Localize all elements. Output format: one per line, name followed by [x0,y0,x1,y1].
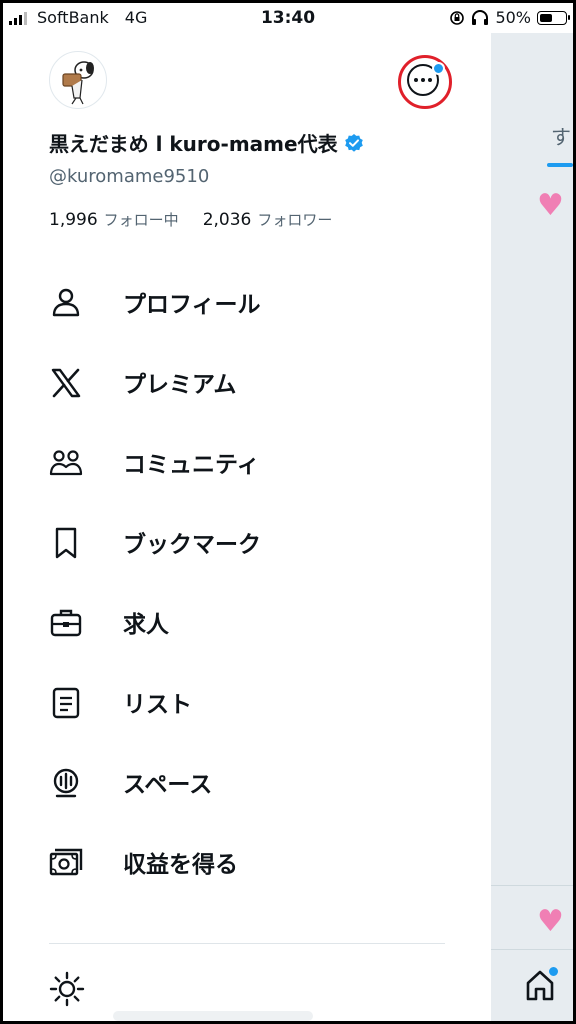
notification-dot [547,965,560,978]
phone-screen: SoftBank 4G 13:40 50% す ♥ ♥ 黒えだまめ l kuro… [3,3,573,1021]
menu-item-lists[interactable]: リスト [3,663,491,743]
side-drawer: 黒えだまめ l kuro-mame代表 @kuromame9510 1,996 フ… [3,33,491,1021]
spaces-icon [53,768,79,798]
menu-item-premium[interactable]: プレミアム [3,343,491,423]
following-link[interactable]: 1,996 フォロー中 [49,209,179,230]
briefcase-icon [50,609,82,637]
headphones-icon [472,9,489,25]
user-handle: @kuromame9510 [49,166,210,187]
monetization-icon [49,848,83,876]
communities-icon [49,450,83,476]
divider [491,885,573,886]
menu-item-label: リスト [123,692,192,718]
tab-bar-border [491,949,573,950]
followers-count: 2,036 [202,210,252,230]
status-bar: SoftBank 4G 13:40 50% [3,3,573,33]
menu-item-monetization[interactable]: 収益を得る [3,823,491,903]
following-count: 1,996 [49,210,98,230]
menu-item-label: 収益を得る [123,852,238,878]
timeline-background: す ♥ ♥ [491,33,573,1021]
timeline-tab-partial[interactable]: す [551,121,571,150]
menu-item-profile[interactable]: プロフィール [3,263,491,343]
list-icon [52,687,80,719]
rotation-lock-icon [450,10,465,25]
divider [49,943,445,944]
more-options-button[interactable] [398,55,452,109]
verified-badge-icon [344,133,363,152]
follow-stats: 1,996 フォロー中 2,036 フォロワー [49,209,332,230]
following-label: フォロー中 [103,211,179,229]
battery-icon [537,10,570,25]
menu-item-label: コミュニティ [123,452,260,478]
display-name-row[interactable]: 黒えだまめ l kuro-mame代表 [49,128,364,157]
menu-item-label: プレミアム [123,372,237,398]
heart-icon[interactable]: ♥ [537,907,564,937]
footer-placeholder [113,1011,313,1021]
display-name: 黒えだまめ l kuro-mame代表 [49,132,338,156]
x-logo-icon [51,368,81,398]
bookmark-icon [55,527,77,559]
menu-item-label: ブックマーク [123,532,261,558]
battery-percent: 50% [495,8,531,27]
menu-item-bookmarks[interactable]: ブックマーク [3,503,491,583]
menu-item-label: スペース [123,772,213,798]
avatar[interactable] [49,51,107,109]
display-theme-icon[interactable] [49,971,85,1007]
menu-item-spaces[interactable]: スペース [3,743,491,823]
heart-icon[interactable]: ♥ [537,191,564,221]
followers-link[interactable]: 2,036 フォロワー [203,209,333,230]
tab-underline [547,163,573,167]
followers-label: フォロワー [257,211,333,229]
menu-item-label: 求人 [123,612,169,638]
menu-item-communities[interactable]: コミュニティ [3,423,491,503]
menu-item-label: プロフィール [123,292,261,318]
notification-dot [432,62,445,75]
menu-item-jobs[interactable]: 求人 [3,583,491,663]
person-icon [52,288,80,317]
